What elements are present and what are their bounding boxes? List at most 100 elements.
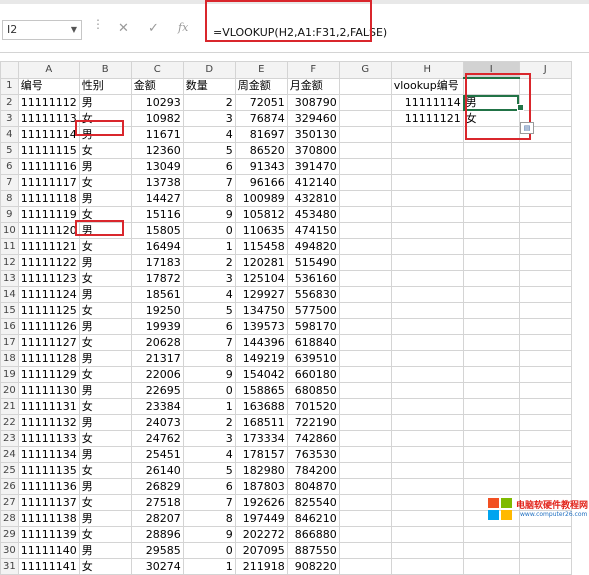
column-header[interactable]: H [390,61,464,79]
formula-input[interactable]: =VLOOKUP(H2,A1:F31,2,FALSE) [213,26,387,39]
cell-g28[interactable] [338,510,392,527]
cell-j7[interactable] [518,174,572,191]
cell-e25[interactable]: 182980 [234,462,288,479]
cell-f17[interactable]: 618840 [286,334,340,351]
cell-b19[interactable]: 女 [78,366,132,383]
cell-c31[interactable]: 30274 [130,558,184,575]
row-header[interactable]: 9 [0,206,19,223]
enter-icon[interactable]: ✓ [148,21,159,36]
row-header[interactable]: 30 [0,542,19,559]
cell-e19[interactable]: 154042 [234,366,288,383]
select-all-corner[interactable] [0,61,19,79]
cell-d30[interactable]: 0 [182,542,236,559]
cell-i17[interactable] [462,334,520,351]
cell-i8[interactable] [462,190,520,207]
cell-j12[interactable] [518,254,572,271]
cell-i10[interactable] [462,222,520,239]
cell-j16[interactable] [518,318,572,335]
row-header[interactable]: 12 [0,254,19,271]
row-header[interactable]: 23 [0,430,19,447]
cell-e20[interactable]: 158865 [234,382,288,399]
cell-d26[interactable]: 6 [182,478,236,495]
cell-f20[interactable]: 680850 [286,382,340,399]
cell-e24[interactable]: 178157 [234,446,288,463]
cell-h22[interactable] [390,414,464,431]
cell-b12[interactable]: 男 [78,254,132,271]
drag-handle-icon[interactable]: ⋮ [92,18,104,30]
cell-j20[interactable] [518,382,572,399]
cell-c12[interactable]: 17183 [130,254,184,271]
cell-g22[interactable] [338,414,392,431]
row-header[interactable]: 15 [0,302,19,319]
cell-c2[interactable]: 10293 [130,94,184,111]
cell-e16[interactable]: 139573 [234,318,288,335]
row-header[interactable]: 31 [0,558,19,575]
cell-a10[interactable]: 11111120 [17,222,80,239]
column-header[interactable]: G [338,61,392,79]
cell-j18[interactable] [518,350,572,367]
cell-j1[interactable] [518,77,572,95]
cell-j23[interactable] [518,430,572,447]
cell-g10[interactable] [338,222,392,239]
cell-d22[interactable]: 2 [182,414,236,431]
cell-b21[interactable]: 女 [78,398,132,415]
cell-h20[interactable] [390,382,464,399]
cell-e23[interactable]: 173334 [234,430,288,447]
cell-a18[interactable]: 11111128 [17,350,80,367]
cell-i21[interactable] [462,398,520,415]
cell-i24[interactable] [462,446,520,463]
cell-a6[interactable]: 11111116 [17,158,80,175]
cell-f30[interactable]: 887550 [286,542,340,559]
cell-e21[interactable]: 163688 [234,398,288,415]
column-header[interactable]: C [130,61,184,79]
cell-c7[interactable]: 13738 [130,174,184,191]
cell-a24[interactable]: 11111134 [17,446,80,463]
cell-b16[interactable]: 男 [78,318,132,335]
cell-a14[interactable]: 11111124 [17,286,80,303]
cell-g8[interactable] [338,190,392,207]
cell-a3[interactable]: 11111113 [17,110,80,127]
row-header[interactable]: 21 [0,398,19,415]
cell-e8[interactable]: 100989 [234,190,288,207]
cell-d15[interactable]: 5 [182,302,236,319]
cell-h10[interactable] [390,222,464,239]
cell-g19[interactable] [338,366,392,383]
fill-handle[interactable] [517,104,524,111]
cell-a13[interactable]: 11111123 [17,270,80,287]
cell-i23[interactable] [462,430,520,447]
row-header[interactable]: 25 [0,462,19,479]
cell-f8[interactable]: 432810 [286,190,340,207]
cell-a1[interactable]: 编号 [17,77,80,95]
cell-f3[interactable]: 329460 [286,110,340,127]
cell-h1[interactable]: vlookup编号 [390,77,464,95]
cell-h4[interactable] [390,126,464,143]
cell-b13[interactable]: 女 [78,270,132,287]
cell-i31[interactable] [462,558,520,575]
row-header[interactable]: 4 [0,126,19,143]
cell-c30[interactable]: 29585 [130,542,184,559]
row-header[interactable]: 27 [0,494,19,511]
cell-i25[interactable] [462,462,520,479]
cell-e7[interactable]: 96166 [234,174,288,191]
cell-b31[interactable]: 女 [78,558,132,575]
row-header[interactable]: 3 [0,110,19,127]
cell-g16[interactable] [338,318,392,335]
cell-h2[interactable]: 11111114 [390,94,464,111]
cell-g7[interactable] [338,174,392,191]
cell-b26[interactable]: 男 [78,478,132,495]
cell-j25[interactable] [518,462,572,479]
cell-g9[interactable] [338,206,392,223]
cell-b6[interactable]: 男 [78,158,132,175]
cell-e6[interactable]: 91343 [234,158,288,175]
cell-h24[interactable] [390,446,464,463]
cell-c9[interactable]: 15116 [130,206,184,223]
cell-c18[interactable]: 21317 [130,350,184,367]
cell-j10[interactable] [518,222,572,239]
cell-f15[interactable]: 577500 [286,302,340,319]
column-header[interactable]: B [78,61,132,79]
cell-h5[interactable] [390,142,464,159]
cell-b4[interactable]: 男 [78,126,132,143]
cell-f14[interactable]: 556830 [286,286,340,303]
cell-i18[interactable] [462,350,520,367]
row-header[interactable]: 10 [0,222,19,239]
